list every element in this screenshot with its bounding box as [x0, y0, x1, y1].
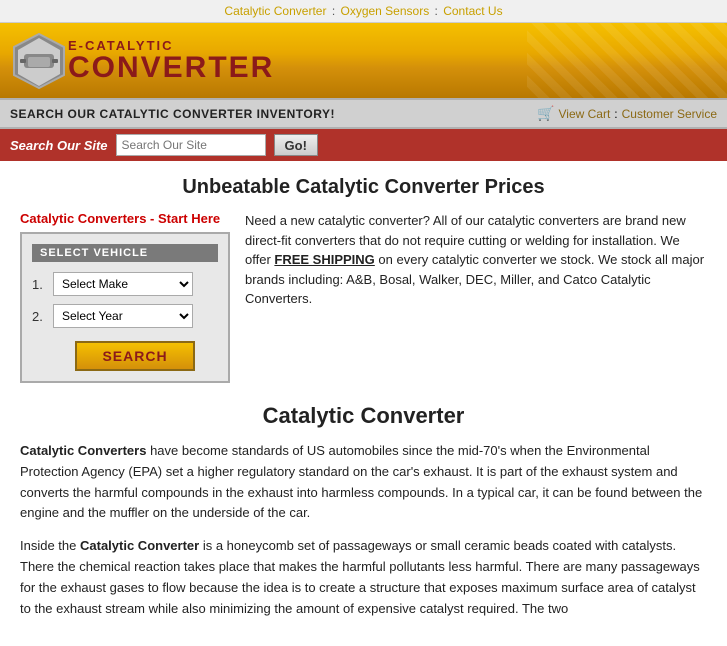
page-heading: Unbeatable Catalytic Converter Prices [20, 176, 707, 199]
make-select[interactable]: Select Make [53, 272, 193, 296]
year-row: 2. Select Year [32, 304, 218, 328]
year-row-num: 2. [32, 309, 47, 324]
make-row: 1. Select Make [32, 272, 218, 296]
search-input[interactable] [116, 134, 266, 156]
year-select[interactable]: Select Year [53, 304, 193, 328]
nav-contact-us[interactable]: Contact Us [443, 4, 502, 18]
body-paragraph-2: Inside the Catalytic Converter is a hone… [20, 536, 707, 619]
make-row-num: 1. [32, 277, 47, 292]
top-nav: Catalytic Converter : Oxygen Sensors : C… [0, 0, 727, 23]
catalytic-start-label: Catalytic Converters - Start Here [20, 211, 230, 226]
select-vehicle-box: SELECT VEHICLE 1. Select Make 2. Select … [20, 232, 230, 383]
intro-text-block: Need a new catalytic converter? All of o… [245, 211, 707, 383]
go-button[interactable]: Go! [274, 134, 318, 156]
page-wrapper: Catalytic Converter : Oxygen Sensors : C… [0, 0, 727, 646]
nav-sep-1: : [332, 4, 339, 18]
header: E-CATALYTIC CONVERTER [0, 23, 727, 98]
body-paragraph-1: Catalytic Converters have become standar… [20, 441, 707, 524]
view-cart-link[interactable]: View Cart [558, 107, 610, 121]
cart-icon: 🛒 [537, 105, 554, 122]
cart-sep: : [614, 107, 617, 121]
section-heading: Catalytic Converter [20, 403, 707, 429]
inventory-text: SEARCH OUR CATALYTIC CONVERTER INVENTORY… [10, 107, 335, 121]
nav-catalytic-converter[interactable]: Catalytic Converter [224, 4, 326, 18]
nav-oxygen-sensors[interactable]: Oxygen Sensors [340, 4, 429, 18]
content-area: Catalytic Converters - Start Here SELECT… [20, 211, 707, 383]
main-content: Unbeatable Catalytic Converter Prices Ca… [0, 161, 727, 646]
cart-area: 🛒 View Cart : Customer Service [537, 105, 717, 122]
logo-hex [10, 32, 68, 90]
nav-sep-2: : [435, 4, 442, 18]
site-search-row: Search Our Site Go! [0, 129, 727, 161]
select-vehicle-header: SELECT VEHICLE [32, 244, 218, 262]
site-search-label: Search Our Site [10, 138, 108, 153]
customer-service-link[interactable]: Customer Service [622, 107, 717, 121]
search-button[interactable]: SEARCH [75, 341, 194, 371]
search-bar-row: SEARCH OUR CATALYTIC CONVERTER INVENTORY… [0, 98, 727, 129]
logo-main: CONVERTER [68, 53, 274, 83]
vehicle-selector-col: Catalytic Converters - Start Here SELECT… [20, 211, 230, 383]
free-shipping-label: FREE SHIPPING [274, 252, 374, 267]
logo-text: E-CATALYTIC CONVERTER [68, 38, 274, 83]
